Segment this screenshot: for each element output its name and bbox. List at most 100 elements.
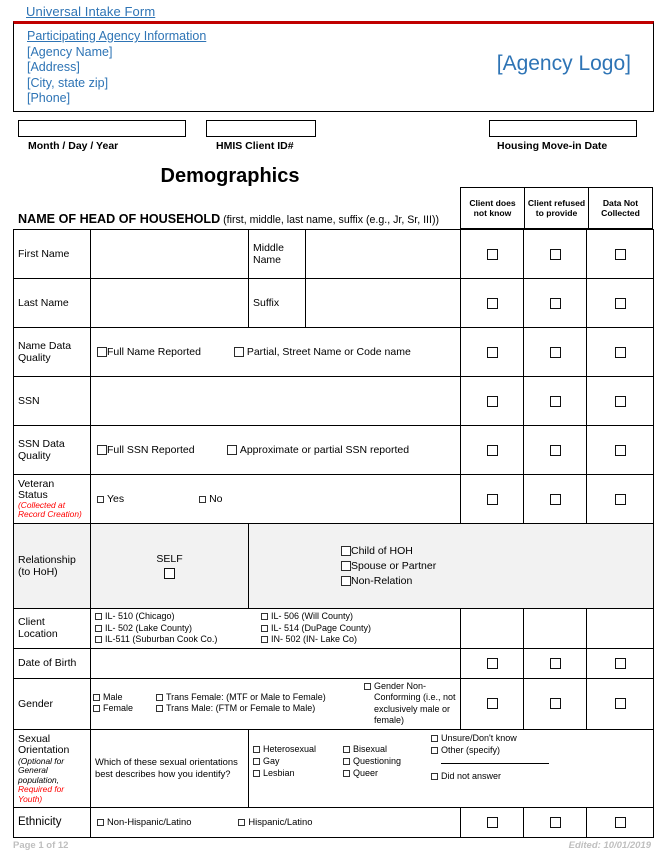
checkbox-icon[interactable] xyxy=(486,346,498,358)
checkbox-icon[interactable] xyxy=(549,248,561,260)
checkbox-icon[interactable] xyxy=(614,297,626,309)
dob-dont-know-cell[interactable] xyxy=(460,647,524,679)
last-name-dont-know-cell[interactable] xyxy=(460,278,524,328)
first-name-dont-know-cell[interactable] xyxy=(460,229,524,279)
checkbox-icon[interactable] xyxy=(549,444,561,456)
veteran-refused-cell[interactable] xyxy=(523,474,587,524)
ethnicity-not-collected-cell[interactable] xyxy=(586,806,654,838)
checkbox-icon[interactable] xyxy=(341,545,351,556)
other-specify-input[interactable] xyxy=(441,762,549,764)
checkbox-icon[interactable] xyxy=(614,493,626,505)
middle-name-input[interactable] xyxy=(305,229,461,279)
checkbox-icon[interactable] xyxy=(261,636,268,644)
checkbox-icon[interactable] xyxy=(93,693,100,701)
gender-refused-cell[interactable] xyxy=(523,677,587,730)
checkbox-icon[interactable] xyxy=(549,816,561,828)
ssn-dont-know-cell[interactable] xyxy=(460,376,524,426)
housing-movein-date-input[interactable] xyxy=(489,120,637,137)
checkbox-icon[interactable] xyxy=(364,682,371,690)
hmis-client-id-input[interactable] xyxy=(206,120,316,137)
name-dq-not-collected-cell[interactable] xyxy=(586,327,654,377)
checkbox-icon[interactable] xyxy=(486,698,498,710)
option-female[interactable]: Female xyxy=(93,703,156,715)
option-gender-non-conforming[interactable]: Gender Non-Conforming (i.e., not exclusi… xyxy=(364,681,458,727)
option-trans-female[interactable]: Trans Female: (MTF or Male to Female) xyxy=(156,692,364,704)
checkbox-icon[interactable] xyxy=(97,445,107,456)
checkbox-icon[interactable] xyxy=(431,734,438,742)
ssn-refused-cell[interactable] xyxy=(523,376,587,426)
last-name-not-collected-cell[interactable] xyxy=(586,278,654,328)
checkbox-icon[interactable] xyxy=(97,347,107,358)
checkbox-icon[interactable] xyxy=(614,698,626,710)
checkbox-icon[interactable] xyxy=(486,395,498,407)
option-did-not-answer[interactable]: Did not answer xyxy=(431,770,649,782)
checkbox-icon[interactable] xyxy=(486,657,498,669)
relationship-self-cell[interactable]: SELF xyxy=(90,523,249,609)
checkbox-icon[interactable] xyxy=(261,624,268,632)
option-non-hispanic-latino[interactable]: Non-Hispanic/Latino xyxy=(97,816,191,827)
option-in-502[interactable]: IN- 502 (IN- Lake Co) xyxy=(261,634,371,646)
checkbox-icon[interactable] xyxy=(614,444,626,456)
option-il-502[interactable]: IL- 502 (Lake County) xyxy=(95,623,261,635)
option-full-ssn-reported[interactable]: Full SSN Reported xyxy=(97,444,195,456)
checkbox-icon[interactable] xyxy=(549,657,561,669)
checkbox-icon[interactable] xyxy=(93,705,100,713)
client-location-not-collected-cell[interactable] xyxy=(586,608,654,649)
ssn-dq-not-collected-cell[interactable] xyxy=(586,425,654,475)
checkbox-icon[interactable] xyxy=(431,772,438,780)
checkbox-icon[interactable] xyxy=(486,248,498,260)
first-name-input[interactable] xyxy=(90,229,249,279)
option-il-510[interactable]: IL- 510 (Chicago) xyxy=(95,611,261,623)
checkbox-icon[interactable] xyxy=(549,493,561,505)
option-approximate-partial-ssn[interactable]: Approximate or partial SSN reported xyxy=(227,444,409,456)
checkbox-icon[interactable] xyxy=(253,757,260,765)
gender-dont-know-cell[interactable] xyxy=(460,677,524,730)
checkbox-icon[interactable] xyxy=(261,613,268,621)
first-name-refused-cell[interactable] xyxy=(523,229,587,279)
checkbox-icon[interactable] xyxy=(164,567,175,579)
checkbox-icon[interactable] xyxy=(156,693,163,701)
last-name-input[interactable] xyxy=(90,278,249,328)
suffix-input[interactable] xyxy=(305,278,461,328)
option-male[interactable]: Male xyxy=(93,692,156,704)
ssn-input[interactable] xyxy=(90,376,461,426)
checkbox-icon[interactable] xyxy=(95,636,102,644)
option-partial-street-code-name[interactable]: Partial, Street Name or Code name xyxy=(233,346,411,358)
option-full-name-reported[interactable]: Full Name Reported xyxy=(97,346,201,358)
checkbox-icon[interactable] xyxy=(97,495,104,503)
option-il-506[interactable]: IL- 506 (Will County) xyxy=(261,611,371,623)
option-questioning[interactable]: Questioning xyxy=(343,755,431,767)
option-queer[interactable]: Queer xyxy=(343,767,431,779)
checkbox-icon[interactable] xyxy=(614,248,626,260)
checkbox-icon[interactable] xyxy=(549,346,561,358)
option-spouse-or-partner[interactable]: Spouse or Partner xyxy=(341,559,649,574)
option-unsure-dont-know[interactable]: Unsure/Don't know xyxy=(431,732,649,744)
gender-not-collected-cell[interactable] xyxy=(586,677,654,730)
option-child-of-hoh[interactable]: Child of HOH xyxy=(341,544,649,559)
checkbox-icon[interactable] xyxy=(486,444,498,456)
checkbox-icon[interactable] xyxy=(343,769,350,777)
option-lesbian[interactable]: Lesbian xyxy=(253,767,343,779)
last-name-refused-cell[interactable] xyxy=(523,278,587,328)
checkbox-icon[interactable] xyxy=(549,698,561,710)
name-dq-dont-know-cell[interactable] xyxy=(460,327,524,377)
option-bisexual[interactable]: Bisexual xyxy=(343,743,431,755)
ethnicity-dont-know-cell[interactable] xyxy=(460,806,524,838)
checkbox-icon[interactable] xyxy=(253,745,260,753)
option-veteran-no[interactable]: No xyxy=(199,493,223,505)
checkbox-icon[interactable] xyxy=(431,746,438,754)
option-il-511[interactable]: IL-511 (Suburban Cook Co.) xyxy=(95,634,261,646)
first-name-not-collected-cell[interactable] xyxy=(586,229,654,279)
checkbox-icon[interactable] xyxy=(614,657,626,669)
ssn-not-collected-cell[interactable] xyxy=(586,376,654,426)
client-location-dont-know-cell[interactable] xyxy=(460,608,524,649)
option-non-relation[interactable]: Non-Relation xyxy=(341,574,649,589)
checkbox-icon[interactable] xyxy=(614,346,626,358)
checkbox-icon[interactable] xyxy=(343,745,350,753)
option-hispanic-latino[interactable]: Hispanic/Latino xyxy=(238,816,312,827)
checkbox-icon[interactable] xyxy=(253,769,260,777)
option-heterosexual[interactable]: Heterosexual xyxy=(253,743,343,755)
dob-not-collected-cell[interactable] xyxy=(586,647,654,679)
option-il-514[interactable]: IL- 514 (DuPage County) xyxy=(261,623,371,635)
checkbox-icon[interactable] xyxy=(238,819,246,827)
